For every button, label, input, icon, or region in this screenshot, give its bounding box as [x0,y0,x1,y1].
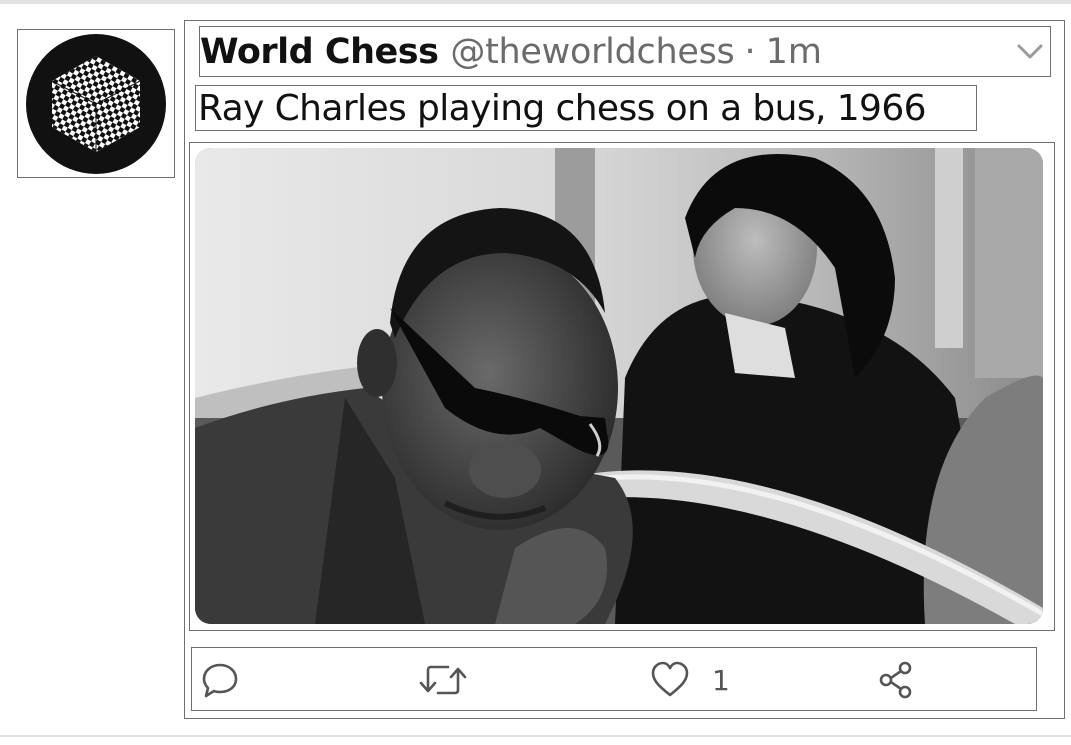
author-handle[interactable]: @theworldchess [450,32,734,72]
header-separator: · [744,31,756,72]
share-button[interactable] [876,660,916,700]
like-count: 1 [712,663,730,697]
reply-button[interactable] [200,660,240,700]
tweet-text-box: Ray Charles playing chess on a bus, 1966 [195,85,977,131]
tweet-actions-bar: 1 [191,647,1037,711]
like-button[interactable]: 1 [650,660,730,700]
top-divider [0,0,1071,4]
share-icon [879,661,912,699]
author-avatar[interactable] [17,29,175,178]
chevron-down-icon[interactable] [1016,39,1044,63]
post-timestamp[interactable]: 1m [766,32,822,72]
chess-hexagon-logo-icon [51,55,141,152]
tweet-text: Ray Charles playing chess on a bus, 1966 [198,87,927,129]
author-name[interactable]: World Chess [200,32,439,72]
bottom-divider [0,735,1071,737]
tweet-photo[interactable] [195,148,1043,624]
reply-icon [202,663,238,698]
avatar-circle [26,33,166,174]
heart-icon [651,661,689,697]
tweet-header: World Chess @theworldchess · 1m [199,26,1051,77]
photo-ray-charles-bus-icon [195,148,1043,624]
retweet-icon [419,665,467,695]
retweet-button[interactable] [418,660,468,700]
tweet-card-screen: World Chess @theworldchess · 1m Ray Char… [0,0,1071,745]
